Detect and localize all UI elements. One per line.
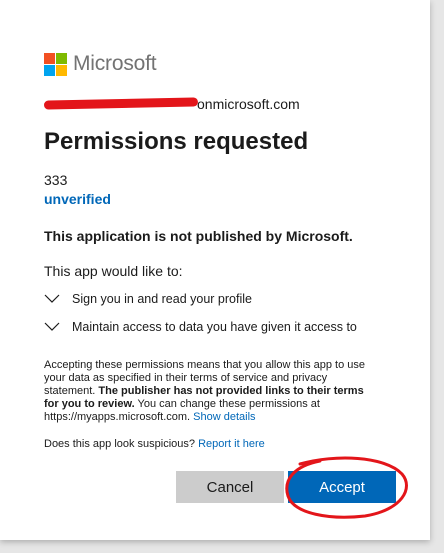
- chevron-down-icon: [44, 294, 60, 303]
- suspicious-question: Does this app look suspicious?: [44, 438, 199, 450]
- permission-label: Sign you in and read your profile: [72, 292, 252, 306]
- permissions-intro: This app would like to:: [44, 263, 183, 279]
- accept-button[interactable]: Accept: [288, 471, 396, 503]
- chevron-down-icon: [44, 322, 60, 331]
- app-name: 333: [44, 172, 68, 188]
- show-details-link[interactable]: Show details: [193, 411, 255, 423]
- not-published-warning: This application is not published by Mic…: [44, 228, 353, 244]
- consent-dialog: Microsoft onmicrosoft.com Permissions re…: [0, 0, 430, 540]
- permission-item[interactable]: Maintain access to data you have given i…: [44, 320, 357, 334]
- unverified-publisher-link[interactable]: unverified: [44, 191, 111, 207]
- cancel-button[interactable]: Cancel: [176, 471, 284, 503]
- brand-name: Microsoft: [73, 52, 157, 75]
- consent-disclaimer: Accepting these permissions means that y…: [44, 359, 374, 424]
- permission-label: Maintain access to data you have given i…: [72, 320, 357, 334]
- account-email-domain: onmicrosoft.com: [197, 96, 300, 112]
- report-suspicious: Does this app look suspicious? Report it…: [44, 438, 265, 450]
- microsoft-logo: Microsoft: [44, 52, 157, 76]
- redaction-mark: [43, 97, 199, 110]
- page-title: Permissions requested: [44, 128, 309, 155]
- permission-item[interactable]: Sign you in and read your profile: [44, 292, 252, 306]
- microsoft-logo-icon: [44, 52, 67, 76]
- account-email: onmicrosoft.com: [43, 96, 300, 114]
- report-link[interactable]: Report it here: [198, 438, 265, 450]
